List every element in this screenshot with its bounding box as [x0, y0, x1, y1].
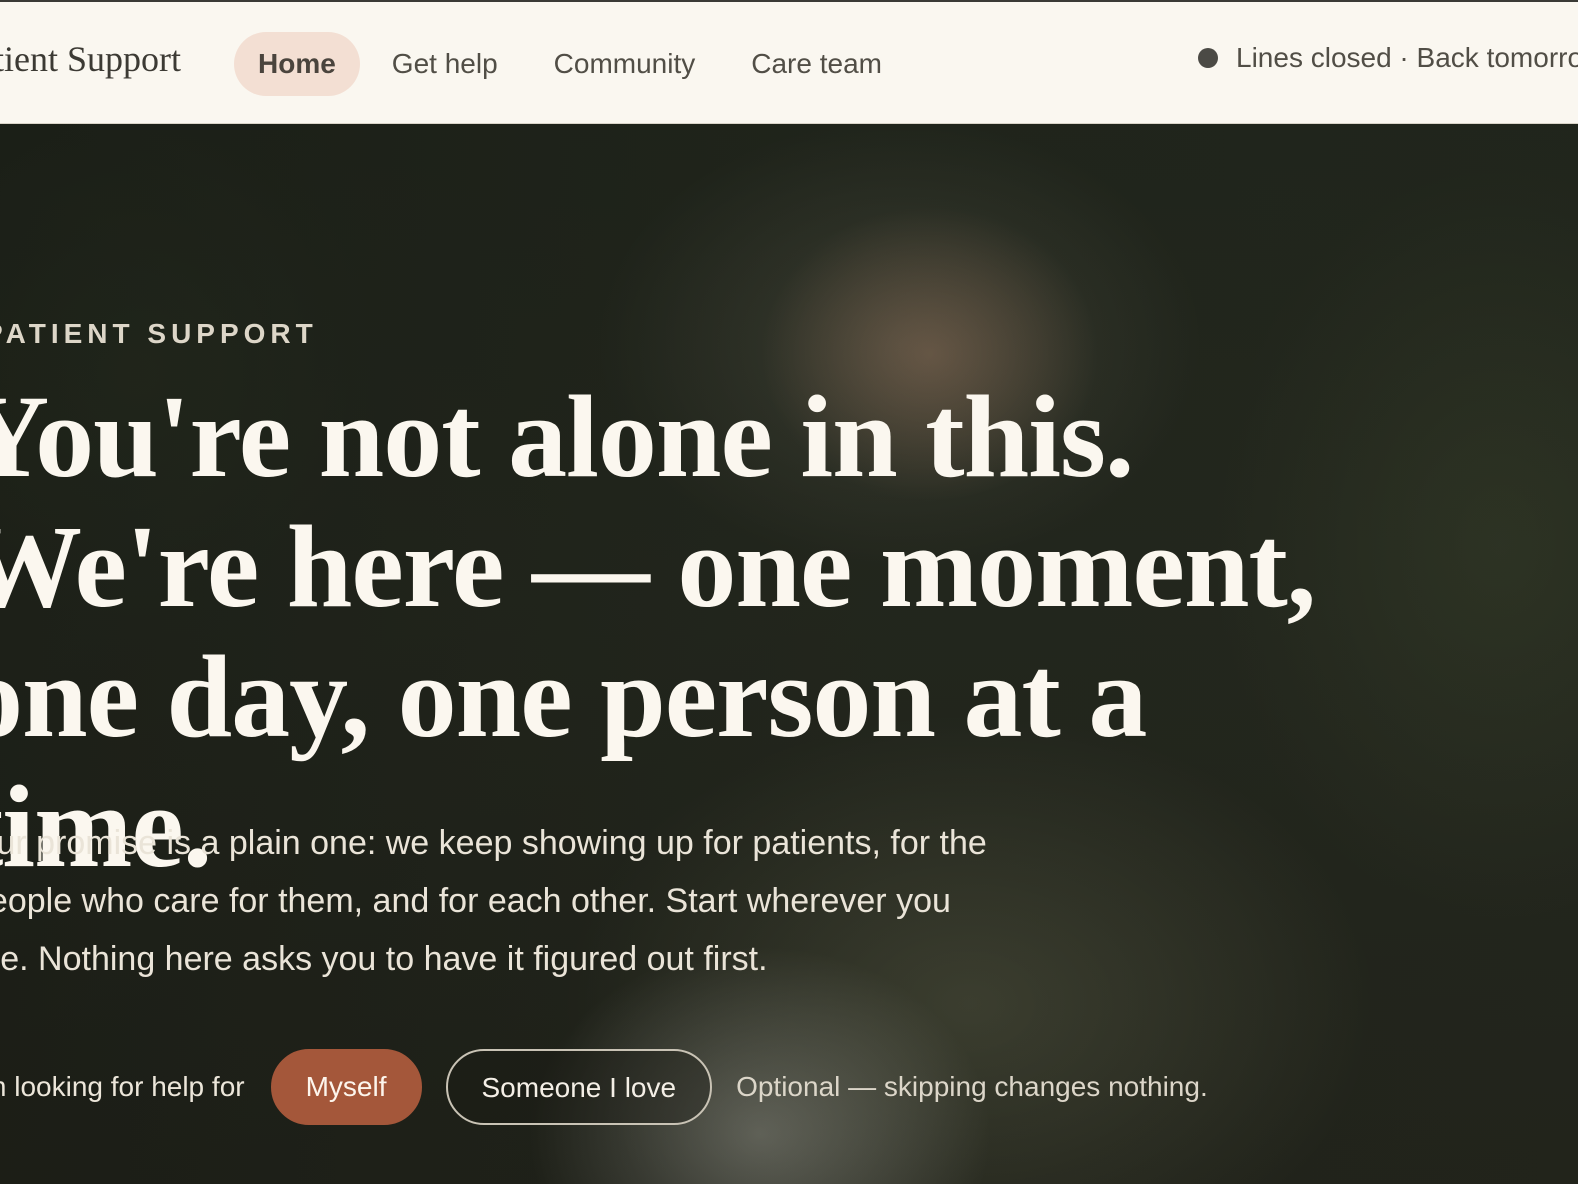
- page: Patient Support Home Get help Community …: [0, 0, 1578, 1184]
- someone-i-love-button[interactable]: Someone I love: [445, 1049, 713, 1125]
- nav-item-home[interactable]: Home: [234, 32, 360, 96]
- audience-chooser-note: Optional — skipping changes nothing.: [736, 1071, 1208, 1102]
- line-status-text: Lines closed · Back tomorrow: [1236, 42, 1578, 73]
- nav-item-get-help[interactable]: Get help: [368, 32, 522, 96]
- audience-chooser-label: I'm looking for help for: [0, 1071, 245, 1102]
- myself-button[interactable]: Myself: [270, 1049, 422, 1125]
- top-navigation-bar: Patient Support Home Get help Community …: [0, 0, 1578, 124]
- status-dot-icon: [1198, 48, 1218, 68]
- audience-chooser: I'm looking for help for Myself Someone …: [0, 1049, 1208, 1125]
- nav-item-care-team[interactable]: Care team: [727, 32, 906, 96]
- line-status: Lines closed · Back tomorrow: [1198, 42, 1578, 74]
- main-nav: Home Get help Community Care team: [234, 32, 914, 96]
- brand-wordmark[interactable]: Patient Support: [0, 38, 181, 80]
- hero-eyebrow: PATIENT SUPPORT: [0, 318, 318, 349]
- hero-lede: Our promise is a plain one: we keep show…: [0, 824, 987, 978]
- nav-item-community[interactable]: Community: [530, 32, 720, 96]
